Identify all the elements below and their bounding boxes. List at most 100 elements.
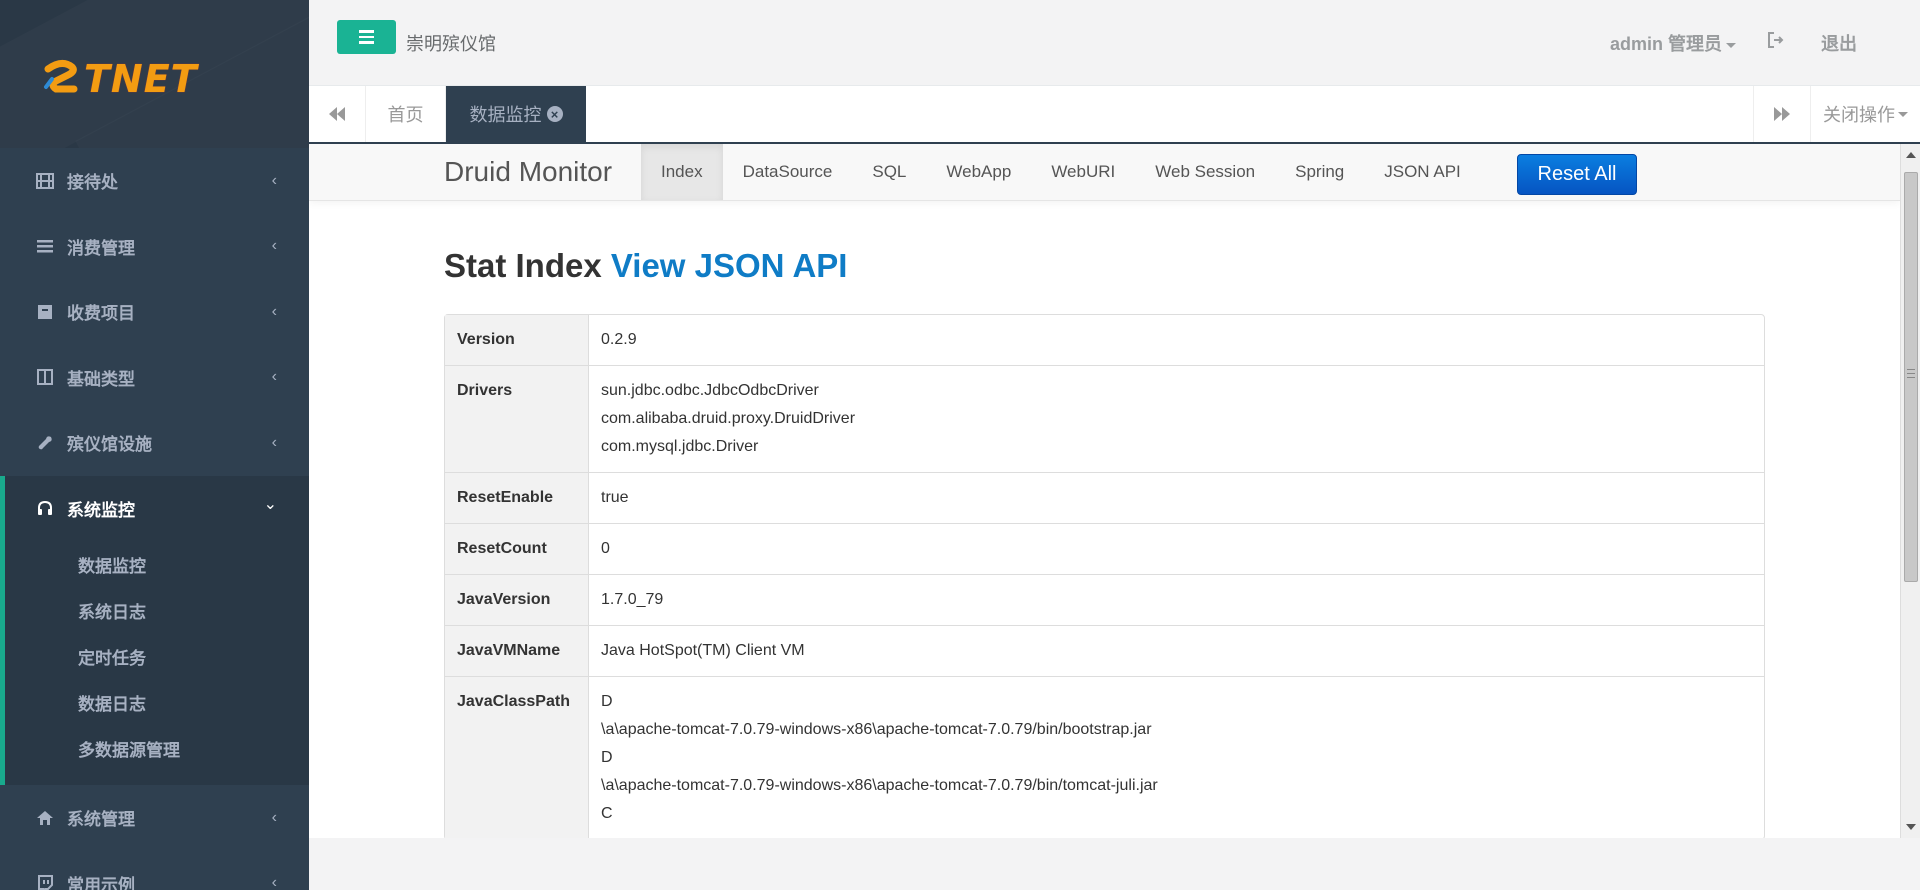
close-tab-icon[interactable]: × [546,106,563,122]
sidebar-item-system-management[interactable]: 系统管理 ‹ [0,785,309,851]
reset-all-button[interactable]: Reset All [1517,154,1637,195]
sign-out-icon[interactable] [1767,32,1785,48]
sidebar-item-label: 系统监控 [67,500,135,520]
sidebar-nav: 接待处 ‹ 消费管理 ‹ 收费项目 ‹ 基础类型 ‹ 殡仪馆设施 ‹ [0,148,309,476]
user-name: admin 管理员 [1609,34,1722,54]
row-value: D \a\apache-tomcat-7.0.79-windows-x86\ap… [589,676,1764,838]
value-line: 1.7.0_79 [601,591,664,608]
chevron-left-icon: ‹ [271,874,277,890]
chevron-left-icon: ‹ [271,171,277,189]
submenu-item-data-monitor[interactable]: 数据监控 [5,541,309,587]
sidebar: TNET 接待处 ‹ 消费管理 ‹ 收费项目 ‹ 基础类型 ‹ 殡仪馆设施 ‹ … [0,0,309,890]
archive-icon [35,304,55,320]
submenu-item-scheduled-tasks[interactable]: 定时任务 [5,633,309,679]
view-json-api-link[interactable]: View JSON API [611,247,848,284]
table-row: Drivers sun.jdbc.odbc.JdbcOdbcDriver com… [445,365,1764,472]
user-menu[interactable]: admin 管理员 [1610,30,1736,56]
scroll-down-arrow-icon[interactable] [1906,824,1916,830]
row-value: sun.jdbc.odbc.JdbcOdbcDriver com.alibaba… [589,365,1764,472]
row-value: Java HotSpot(TM) Client VM [589,625,1764,676]
druid-nav-datasource[interactable]: DataSource [723,144,853,200]
sidebar-item-system-monitor[interactable]: 系统监控 ⌄ [5,476,309,542]
row-key: JavaVersion [445,574,589,625]
sidebar-item-label: 接待处 [67,173,118,193]
page-title-text: Stat Index [444,247,602,284]
scrollbar-grip-icon [1907,369,1915,378]
druid-nav-sql[interactable]: SQL [852,144,926,200]
sidebar-nav-lower: 系统管理 ‹ 常用示例 ‹ [0,785,309,890]
sidebar-item-examples[interactable]: 常用示例 ‹ [0,851,309,890]
chevron-left-icon: ‹ [271,237,277,255]
chevron-down-icon: ⌄ [263,495,277,513]
row-value: true [589,472,1764,523]
row-key: Version [445,315,589,365]
wrench-icon [35,435,55,451]
value-line: D [601,749,613,766]
sidebar-item-base-types[interactable]: 基础类型 ‹ [0,345,309,411]
value-line: Java HotSpot(TM) Client VM [601,642,805,659]
druid-nav-weburi[interactable]: WebURI [1031,144,1135,200]
home-icon [35,810,55,825]
caret-down-icon [1898,111,1908,117]
forward-icon [1774,107,1790,121]
close-operations-label: 关闭操作 [1823,105,1895,125]
toggle-sidebar-button[interactable] [337,20,396,54]
table-row: JavaVersion 1.7.0_79 [445,574,1764,625]
druid-nav-websession[interactable]: Web Session [1135,144,1275,200]
druid-nav-jsonapi[interactable]: JSON API [1364,144,1481,200]
logout-link[interactable]: 退出 [1821,30,1857,56]
hall-name: 崇明殡仪馆 [406,34,496,54]
tab-label: 数据监控 [469,105,542,125]
backward-icon [329,107,345,121]
sidebar-group-system-monitor: 系统监控 ⌄ 数据监控 系统日志 定时任务 数据日志 多数据源管理 [0,475,309,785]
sidebar-item-label: 系统管理 [67,810,135,830]
sidebar-item-charges[interactable]: 收费项目 ‹ [0,279,309,345]
columns-icon [35,369,55,386]
sidebar-item-consumption[interactable]: 消费管理 ‹ [0,214,309,280]
chevron-left-icon: ‹ [271,433,277,451]
table-row: Version 0.2.9 [445,315,1764,365]
druid-nav-webapp[interactable]: WebApp [926,144,1031,200]
druid-brand[interactable]: Druid Monitor [444,156,612,188]
value-line: com.alibaba.druid.proxy.DruidDriver [601,410,856,427]
footer-area [309,838,1920,890]
submenu-item-multi-datasource[interactable]: 多数据源管理 [5,725,309,771]
sidebar-item-label: 消费管理 [67,238,135,258]
tab-data-monitor[interactable]: 数据监控 × [446,86,586,142]
scroll-tabs-right-button[interactable] [1753,86,1810,142]
submenu-item-system-log[interactable]: 系统日志 [5,587,309,633]
sidebar-item-label: 基础类型 [67,369,135,389]
content-iframe: Druid Monitor Index DataSource SQL WebAp… [309,144,1900,838]
sidebar-item-label: 收费项目 [67,304,135,324]
table-row: JavaVMName Java HotSpot(TM) Client VM [445,625,1764,676]
sidebar-item-facilities[interactable]: 殡仪馆设施 ‹ [0,410,309,476]
druid-navbar: Druid Monitor Index DataSource SQL WebAp… [309,144,1900,201]
value-line: 0.2.9 [601,331,637,348]
value-line: D [601,693,613,710]
table-row: ResetEnable true [445,472,1764,523]
vertical-scrollbar[interactable] [1900,144,1920,838]
page-title: Stat Index View JSON API [444,247,847,285]
sidebar-item-reception[interactable]: 接待处 ‹ [0,148,309,214]
submenu-item-data-log[interactable]: 数据日志 [5,679,309,725]
row-value: 0 [589,523,1764,574]
value-line: \a\apache-tomcat-7.0.79-windows-x86\apac… [601,721,1152,738]
value-line: 0 [601,540,610,557]
value-line: sun.jdbc.odbc.JdbcOdbcDriver [601,382,819,399]
top-header: 崇明殡仪馆 admin 管理员 退出 [309,0,1920,86]
twitch-icon [35,875,55,890]
value-line: com.mysql.jdbc.Driver [601,438,759,455]
film-icon [35,172,55,189]
row-key: ResetEnable [445,472,589,523]
scroll-tabs-left-button[interactable] [309,86,366,142]
list-icon [35,239,55,253]
close-operations-dropdown[interactable]: 关闭操作 [1810,86,1920,142]
scroll-up-arrow-icon[interactable] [1906,152,1916,158]
row-value: 0.2.9 [589,315,1764,365]
druid-nav-index[interactable]: Index [641,144,723,200]
headphones-icon [35,500,55,516]
caret-down-icon [1726,42,1736,48]
logo-text: TNET [84,57,198,101]
druid-nav-spring[interactable]: Spring [1275,144,1364,200]
tab-home[interactable]: 首页 [366,86,446,142]
